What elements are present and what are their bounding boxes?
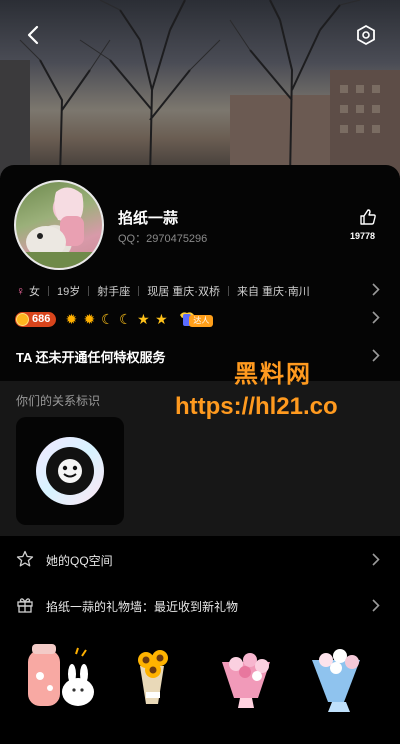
moon-icon: ☾ — [101, 311, 114, 327]
like-button[interactable] — [352, 208, 384, 231]
back-arrow-icon[interactable] — [20, 22, 46, 48]
qzone-label: 她的QQ空间 — [46, 553, 113, 568]
relation-badge-card[interactable] — [16, 417, 124, 525]
star-icon: ★ — [137, 311, 150, 327]
relation-title: 你们的关系标识 — [16, 394, 101, 408]
gift-blue-bouquet[interactable] — [312, 649, 360, 712]
chevron-right-icon[interactable] — [372, 553, 380, 566]
chevron-right-icon[interactable] — [372, 283, 380, 296]
chevron-right-icon[interactable] — [372, 311, 380, 324]
gift-sunflower-bouquet[interactable] — [138, 650, 168, 704]
personal-info-row[interactable]: ♀ 女 19岁 射手座 现居 重庆·双桥 来自 重庆·南川 — [16, 283, 310, 299]
gift-wall-row[interactable]: 掐纸一蒜的礼物墙：最近收到新礼物 — [0, 586, 400, 626]
sun-icon: ✹ — [65, 311, 78, 327]
star-outline-icon — [16, 550, 34, 567]
moon-icon: ☾ — [119, 311, 132, 327]
sun-icon: ✹ — [83, 311, 96, 327]
female-icon: ♀ — [16, 284, 25, 298]
gift-pink-bouquet[interactable] — [222, 653, 270, 708]
gift-wall-label: 掐纸一蒜的礼物墙：最近收到新礼物 — [46, 599, 239, 614]
chevron-right-icon[interactable] — [372, 349, 380, 362]
privilege-text[interactable]: TA 还未开通任何特权服务 — [16, 347, 166, 366]
gift-thermos[interactable] — [28, 644, 94, 706]
qzone-row[interactable]: 她的QQ空间 — [0, 540, 400, 580]
hometown: 来自 重庆·南川 — [236, 286, 310, 298]
gender: 女 — [29, 286, 40, 298]
avatar[interactable] — [14, 180, 104, 270]
qq-number: QQ：2970475296 — [118, 233, 208, 245]
chevron-right-icon[interactable] — [372, 599, 380, 612]
star-icon: ★ — [155, 311, 168, 327]
cover-photo — [0, 0, 400, 178]
current-city: 现居 重庆·双桥 — [147, 286, 220, 298]
level-badges-row[interactable]: 686 ✹ ✹ ☾ ☾ ★ ★ 达人 — [15, 309, 217, 329]
gift-icon — [17, 598, 33, 613]
like-count: 19778 — [350, 231, 376, 241]
zodiac: 射手座 — [97, 286, 131, 298]
level-badge: 686 — [15, 311, 57, 327]
hexagon-settings-icon[interactable] — [353, 22, 379, 48]
age: 19岁 — [57, 286, 81, 298]
profile-name: 掐纸一蒜 — [118, 210, 179, 227]
daren-badge: 达人 — [177, 309, 217, 329]
coin-icon — [16, 312, 29, 326]
gift-list — [0, 636, 400, 716]
thumbs-up-icon — [360, 209, 376, 225]
